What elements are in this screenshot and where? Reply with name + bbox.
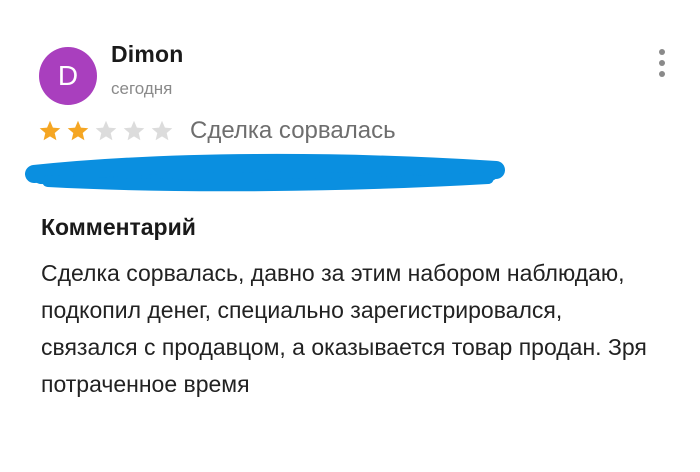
star-empty-icon xyxy=(123,120,145,141)
review-date: сегодня xyxy=(111,79,173,98)
star-filled-icon xyxy=(39,120,61,141)
redaction-scribble xyxy=(25,153,505,192)
review-card: D Dimon сегодня Сделка сорвалась Коммент… xyxy=(0,0,700,472)
star-filled-icon xyxy=(67,120,89,141)
deal-status: Сделка сорвалась xyxy=(190,117,396,144)
more-vertical-icon xyxy=(659,49,665,55)
more-vertical-icon xyxy=(659,71,665,77)
more-options-button[interactable] xyxy=(650,46,674,80)
more-vertical-icon xyxy=(659,60,665,66)
comment-text: Сделка сорвалась, давно за этим набором … xyxy=(41,260,647,397)
author-name[interactable]: Dimon xyxy=(111,41,184,68)
star-rating xyxy=(38,119,178,143)
rating-row: Сделка сорвалась xyxy=(38,113,396,149)
star-empty-icon xyxy=(95,120,117,141)
comment-heading: Комментарий xyxy=(41,214,196,240)
avatar[interactable]: D xyxy=(39,47,97,105)
star-empty-icon xyxy=(151,120,173,141)
